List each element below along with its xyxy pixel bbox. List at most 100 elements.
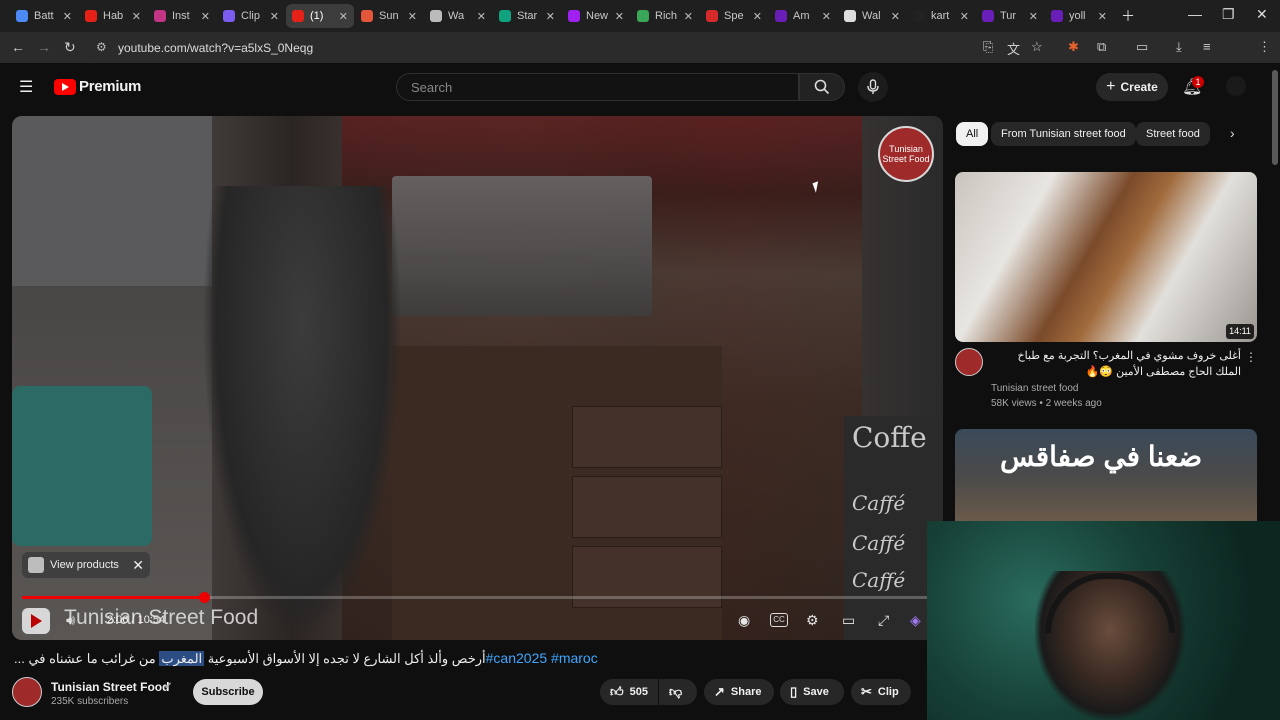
back-icon[interactable]: ← (11, 39, 25, 55)
tab-close-icon[interactable]: ✕ (546, 10, 555, 23)
like-button[interactable]: 👍︎ 505 (600, 679, 658, 705)
tab-close-icon[interactable]: ✕ (891, 10, 900, 23)
tab-close-icon[interactable]: ✕ (132, 10, 141, 23)
browser-tab[interactable]: Spe ✕ (700, 4, 768, 28)
share-button[interactable]: ↗ Share (704, 679, 774, 705)
page-scrollbar[interactable] (1272, 70, 1278, 165)
download-icon[interactable]: ⤓ (1176, 39, 1182, 55)
tab-close-icon[interactable]: ✕ (270, 10, 279, 23)
video-player[interactable]: Coffe Caffé Caffé Caffé Tunisian Street … (12, 116, 943, 640)
volume-icon[interactable]: 🔊︎ (66, 612, 75, 629)
more-options-icon[interactable]: ⋮ (1245, 350, 1257, 364)
captions-icon[interactable]: CC (770, 613, 788, 627)
tab-close-icon[interactable]: ✕ (1098, 10, 1107, 23)
plus-icon: + (1106, 78, 1116, 95)
recommendation-title[interactable]: أغلى خروف مشوي في المغرب؟ التجربة مع طبا… (991, 348, 1242, 380)
view-products-button[interactable]: View products ✕ (22, 552, 150, 578)
close-products-icon[interactable]: ✕ (132, 557, 144, 574)
browser-menu-icon[interactable]: ⋮ (1258, 39, 1271, 55)
settings-gear-icon[interactable]: ⚙ (806, 612, 819, 629)
close-window-button[interactable]: ✕ (1256, 6, 1268, 23)
browser-tab[interactable]: Tur ✕ (976, 4, 1044, 28)
tab-close-icon[interactable]: ✕ (339, 10, 348, 23)
extensions-puzzle-icon[interactable]: ⧉ (1097, 39, 1106, 55)
tab-close-icon[interactable]: ✕ (408, 10, 417, 23)
chip-all[interactable]: All (956, 122, 989, 146)
recommendation-channel[interactable]: Tunisian street food (991, 383, 1078, 394)
channel-name[interactable]: Tunisian Street Food (51, 680, 169, 694)
voice-search-button[interactable] (858, 72, 888, 102)
forward-icon[interactable]: → (37, 39, 51, 55)
video-frame-cooler (12, 386, 152, 546)
translate-icon[interactable]: 文 (1007, 39, 1020, 58)
extension-icon[interactable]: ✱ (1068, 39, 1079, 55)
chip-from-channel[interactable]: From Tunisian street food (991, 122, 1136, 146)
browser-tab[interactable]: Star ✕ (493, 4, 561, 28)
clip-button[interactable]: ✂ Clip (851, 679, 911, 705)
chevron-right-icon[interactable]: › (1230, 125, 1235, 141)
browser-tab[interactable]: Batt ✕ (10, 4, 78, 28)
search-input[interactable]: Search (396, 73, 799, 101)
account-avatar[interactable] (1226, 76, 1246, 96)
tab-close-icon[interactable]: ✕ (960, 10, 969, 23)
progress-scrubber[interactable] (199, 592, 210, 603)
extension-overlay-icon[interactable]: ◈ (910, 612, 921, 629)
browser-tab[interactable]: Hab ✕ (79, 4, 147, 28)
channel-avatar[interactable] (12, 677, 42, 707)
browser-tab[interactable]: Clip ✕ (217, 4, 285, 28)
split-view-icon[interactable]: ▭ (1136, 39, 1148, 55)
subscriber-count: 235K subscribers (51, 696, 129, 707)
browser-tab[interactable]: Wal ✕ (838, 4, 906, 28)
progress-bar[interactable] (22, 592, 932, 603)
tab-close-icon[interactable]: ✕ (63, 10, 72, 23)
recommendation-thumbnail[interactable] (955, 172, 1257, 342)
reload-icon[interactable]: ↻ (64, 39, 76, 56)
tab-close-icon[interactable]: ✕ (684, 10, 693, 23)
autoplay-toggle-icon[interactable]: ◉ (738, 612, 750, 629)
tab-close-icon[interactable]: ✕ (753, 10, 762, 23)
video-hashtags[interactable]: #can2025 #maroc (486, 650, 598, 666)
site-info-icon[interactable]: ⚙ (96, 40, 107, 54)
video-frame-sky (12, 116, 212, 286)
thumbs-down-icon: 👎︎ (669, 684, 683, 699)
browser-tab[interactable]: Wa ✕ (424, 4, 492, 28)
address-bar[interactable]: ⚙ youtube.com/watch?v=a5lxS_0Neqg (88, 36, 1048, 59)
browser-tab[interactable]: Inst ✕ (148, 4, 216, 28)
fullscreen-icon[interactable]: ⤢ (878, 612, 889, 629)
media-control-icon[interactable]: ≡ (1203, 39, 1211, 54)
miniplayer-icon[interactable]: ▭ (842, 612, 855, 629)
hamburger-menu-icon[interactable]: ☰ (19, 77, 33, 97)
chip-street-food[interactable]: Street food (1136, 122, 1210, 146)
browser-tab[interactable]: Sun ✕ (355, 4, 423, 28)
create-button[interactable]: + Create (1096, 73, 1168, 101)
recommendation-channel-avatar[interactable] (955, 348, 983, 376)
subscribe-button[interactable]: Subscribe (193, 679, 263, 705)
minimize-button[interactable]: — (1188, 6, 1202, 22)
browser-tab[interactable]: kart ✕ (907, 4, 975, 28)
browser-tab[interactable]: Am ✕ (769, 4, 837, 28)
install-icon[interactable]: ⎘ (983, 39, 993, 55)
tab-title: Am (793, 10, 810, 22)
tab-close-icon[interactable]: ✕ (201, 10, 210, 23)
new-tab-button[interactable]: ＋ (1121, 6, 1135, 26)
video-title: ... أرخص وألذ أكل الشارع لا تجده إلا الأ… (14, 650, 598, 667)
webcam-overlay (927, 521, 1280, 720)
tab-close-icon[interactable]: ✕ (615, 10, 624, 23)
bookmark-star-icon[interactable]: ☆ (1031, 39, 1043, 55)
tab-favicon-icon (637, 10, 649, 22)
tab-close-icon[interactable]: ✕ (477, 10, 486, 23)
browser-tab[interactable]: yoll ✕ (1045, 4, 1113, 28)
browser-tab[interactable]: New ✕ (562, 4, 630, 28)
tab-close-icon[interactable]: ✕ (1029, 10, 1038, 23)
recommendation-meta: 58K views • 2 weeks ago (991, 398, 1102, 409)
recommendation-thumbnail-text: ضعنا في صفاقس (1000, 441, 1203, 472)
dislike-button[interactable]: 👎︎ (659, 679, 697, 705)
play-button[interactable] (22, 608, 50, 634)
browser-tab[interactable]: (1) ✕ (286, 4, 354, 28)
maximize-button[interactable]: ❐ (1222, 6, 1235, 23)
browser-tab[interactable]: Rich ✕ (631, 4, 699, 28)
save-button[interactable]: ▯ Save (780, 679, 844, 705)
youtube-logo[interactable]: Premium (54, 78, 141, 95)
tab-close-icon[interactable]: ✕ (822, 10, 831, 23)
search-button[interactable] (799, 73, 845, 101)
